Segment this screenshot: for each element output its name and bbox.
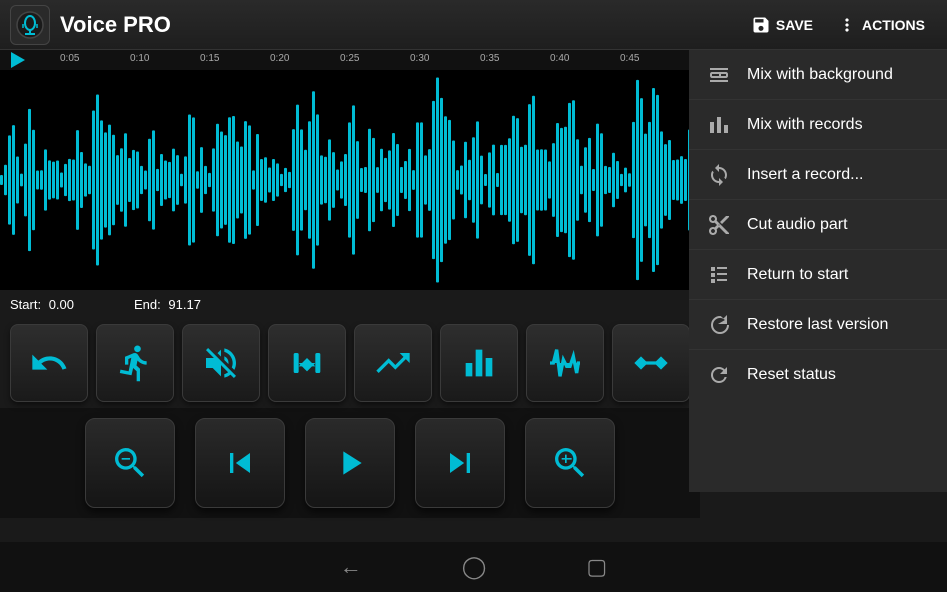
controls-row [0,318,700,408]
equalizer-icon [459,343,499,383]
app-logo [10,5,50,45]
equalizer-button[interactable] [440,324,518,402]
zoom-in-icon [550,443,590,483]
waveform-display[interactable] [0,70,700,290]
undo-button[interactable] [10,324,88,402]
play-indicator [8,50,28,70]
app-header: Voice PRO SAVE ACTIONS [0,0,947,50]
run-icon [115,343,155,383]
level-icon [373,343,413,383]
start-label: Start: 0.00 [10,297,74,312]
timeline-marker-1: 0:05 [60,53,79,64]
waveform-container[interactable]: 0:05 0:10 0:15 0:20 0:25 0:30 0:35 0:40 … [0,50,700,290]
timeline-marker-5: 0:25 [340,53,359,64]
pitch-icon [287,343,327,383]
save-label: SAVE [776,17,813,33]
menu-item-insert-record[interactable]: Insert a record... [689,150,947,200]
reset-icon [705,361,733,389]
zoom-in-button[interactable] [525,418,615,508]
skip-forward-icon [440,443,480,483]
pitch-button[interactable] [268,324,346,402]
menu-reset-status-label: Reset status [747,366,836,384]
mute-icon [201,343,241,383]
transport-row [0,408,700,518]
start-text: Start: [10,297,41,312]
end-text: End: [134,297,161,312]
skip-back-icon [220,443,260,483]
trim-icon [631,343,671,383]
waveform-edit-icon [545,343,585,383]
menu-item-mix-bg[interactable]: Mix with background [689,50,947,100]
timeline-marker-4: 0:20 [270,53,289,64]
menu-restore-last-label: Restore last version [747,316,888,334]
timeline-marker-9: 0:45 [620,53,639,64]
menu-insert-record-label: Insert a record... [747,166,864,184]
zoom-out-button[interactable] [85,418,175,508]
nav-back-button[interactable]: ← [340,554,362,580]
level-button[interactable] [354,324,432,402]
start-value: 0.00 [49,297,74,312]
play-arrow-icon [11,52,25,68]
menu-cut-audio-label: Cut audio part [747,216,848,234]
menu-item-return-start[interactable]: Return to start [689,250,947,300]
dropdown-menu: Mix with background Mix with records Ins… [689,50,947,492]
more-icon [837,15,857,35]
waveform-svg [0,70,700,290]
position-info: Start: 0.00 End: 91.17 [0,290,700,318]
insert-icon [705,161,733,189]
timeline-marker-7: 0:35 [480,53,499,64]
mix-bg-icon [705,61,733,89]
menu-return-start-label: Return to start [747,266,848,284]
play-icon [330,443,370,483]
menu-item-cut-audio[interactable]: Cut audio part [689,200,947,250]
end-label: End: 91.17 [134,297,201,312]
actions-button[interactable]: ACTIONS [825,9,937,41]
mix-rec-icon [705,111,733,139]
trim-button[interactable] [612,324,690,402]
nav-recent-button[interactable]: ▢ [586,554,607,580]
skip-forward-button[interactable] [415,418,505,508]
end-value: 91.17 [168,297,201,312]
timeline-marker-8: 0:40 [550,53,569,64]
timeline-marker-6: 0:30 [410,53,429,64]
skip-back-button[interactable] [195,418,285,508]
left-panel: 0:05 0:10 0:15 0:20 0:25 0:30 0:35 0:40 … [0,50,700,542]
menu-item-reset-status[interactable]: Reset status [689,350,947,400]
waveform-edit-button[interactable] [526,324,604,402]
menu-mix-bg-label: Mix with background [747,66,893,84]
play-button[interactable] [305,418,395,508]
menu-mix-records-label: Mix with records [747,116,863,134]
return-icon [705,261,733,289]
run-button[interactable] [96,324,174,402]
timeline: 0:05 0:10 0:15 0:20 0:25 0:30 0:35 0:40 … [0,50,700,70]
mute-button[interactable] [182,324,260,402]
zoom-out-icon [110,443,150,483]
actions-label: ACTIONS [862,17,925,33]
nav-home-button[interactable]: ◯ [462,554,487,580]
restore-icon [705,311,733,339]
save-icon [751,15,771,35]
timeline-marker-3: 0:15 [200,53,219,64]
cut-icon [705,211,733,239]
undo-icon [29,343,69,383]
timeline-marker-2: 0:10 [130,53,149,64]
app-title: Voice PRO [60,12,739,38]
navigation-bar: ← ◯ ▢ [0,542,947,592]
menu-item-mix-records[interactable]: Mix with records [689,100,947,150]
menu-item-restore-last[interactable]: Restore last version [689,300,947,350]
save-button[interactable]: SAVE [739,9,825,41]
